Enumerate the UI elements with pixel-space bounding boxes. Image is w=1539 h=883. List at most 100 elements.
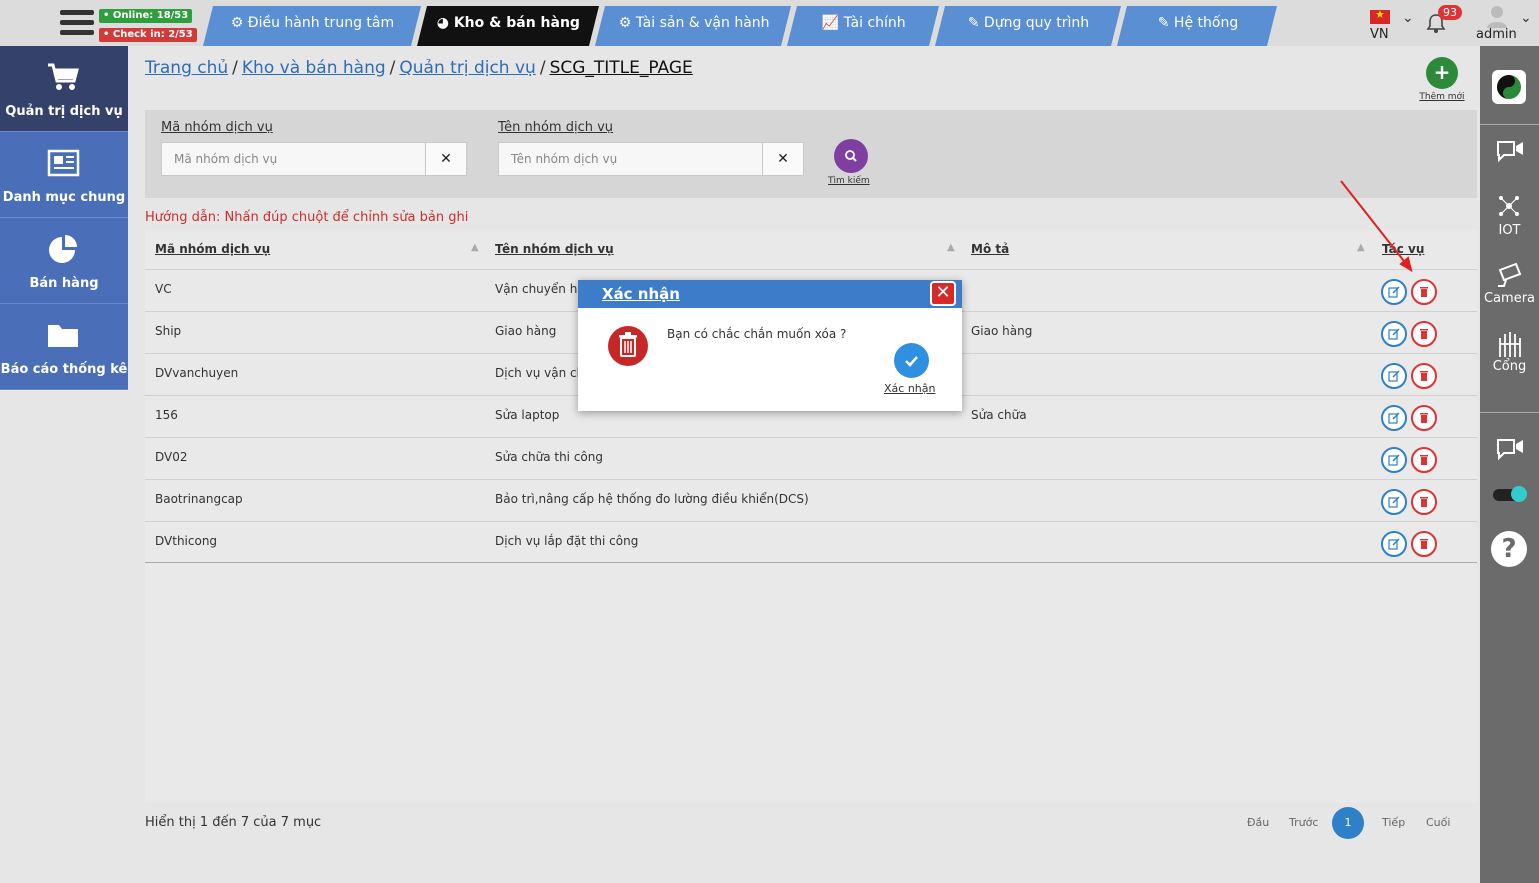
vietnam-flag-icon[interactable]	[1370, 8, 1390, 24]
sidebar-item-bao-cao[interactable]: Báo cáo thống kê	[0, 304, 128, 390]
notification-count: 93	[1438, 5, 1462, 20]
header-code[interactable]: Mã nhóm dịch vụ	[155, 242, 270, 256]
cell-code: VC	[155, 282, 172, 296]
language-label[interactable]: VN	[1370, 27, 1389, 42]
table-row[interactable]: Baotrinangcap Bảo trì,nâng cấp hệ thống …	[145, 479, 1477, 521]
iot-label[interactable]: IOT	[1480, 223, 1539, 238]
user-name[interactable]: admin	[1476, 27, 1517, 42]
code-clear-button[interactable]: ✕	[425, 142, 467, 176]
edit-icon	[1388, 328, 1400, 340]
code-filter-label: Mã nhóm dịch vụ	[161, 120, 273, 135]
delete-button[interactable]	[1411, 279, 1437, 305]
pager-first[interactable]: Đầu	[1247, 816, 1269, 829]
cell-code: 156	[155, 408, 178, 422]
cell-desc: Sửa chữa	[971, 408, 1027, 422]
camera-icon[interactable]	[1496, 260, 1524, 288]
breadcrumb-page[interactable]: Quản trị dịch vụ	[399, 58, 535, 78]
name-clear-button[interactable]: ✕	[762, 142, 804, 176]
cell-name: Sửa laptop	[495, 408, 560, 422]
trash-icon	[1420, 497, 1428, 507]
sort-icon[interactable]: ▲	[471, 242, 479, 253]
close-icon[interactable]: ✕	[930, 281, 956, 306]
tab-he-thong[interactable]: ✎ Hệ thống	[1117, 6, 1277, 46]
edit-button[interactable]	[1381, 363, 1407, 389]
edit-icon	[1388, 496, 1400, 508]
search-button[interactable]	[834, 139, 868, 173]
checkin-badge: • Check in: 2/53	[99, 28, 197, 42]
user-chevron-icon[interactable]: ⌄	[1520, 10, 1532, 26]
dialog-title: Xác nhận	[602, 285, 680, 303]
theme-toggle[interactable]	[1493, 486, 1527, 502]
cell-code: DV02	[155, 450, 188, 464]
sidebar-item-danh-muc-chung[interactable]: Danh mục chung	[0, 132, 128, 218]
breadcrumb-home[interactable]: Trang chủ	[145, 58, 228, 78]
add-new-button[interactable]: +	[1426, 57, 1458, 89]
breadcrumb-section[interactable]: Kho và bán hàng	[242, 58, 386, 78]
pager-next[interactable]: Tiếp	[1382, 816, 1405, 829]
top-bar: • Online: 18/53 • Check in: 2/53 ⚙ Điều …	[0, 0, 1539, 46]
pager-current[interactable]: 1	[1332, 807, 1364, 839]
edit-icon	[1388, 370, 1400, 382]
table-row[interactable]: DV02 Sửa chữa thi công	[145, 437, 1477, 479]
edit-button[interactable]	[1381, 489, 1407, 515]
header-name[interactable]: Tên nhóm dịch vụ	[495, 242, 614, 256]
delete-button[interactable]	[1411, 447, 1437, 473]
edit-button[interactable]	[1381, 321, 1407, 347]
trash-icon	[1420, 287, 1428, 297]
trash-icon	[1420, 371, 1428, 381]
header-desc[interactable]: Mô tả	[971, 242, 1009, 256]
video-call-icon[interactable]	[1495, 436, 1525, 462]
menu-icon[interactable]	[60, 10, 94, 40]
avatar[interactable]	[1486, 4, 1508, 28]
dialog-message: Bạn có chắc chắn muốn xóa ?	[667, 327, 847, 341]
cell-code: Ship	[155, 324, 182, 338]
camera-label[interactable]: Camera	[1480, 291, 1539, 306]
yin-yang-logo-icon[interactable]	[1492, 70, 1526, 104]
trash-icon	[1420, 329, 1428, 339]
edit-button[interactable]	[1381, 405, 1407, 431]
help-icon[interactable]: ?	[1491, 531, 1527, 567]
name-filter-input[interactable]: Tên nhóm dịch vụ	[498, 142, 764, 176]
name-filter-label: Tên nhóm dịch vụ	[498, 120, 614, 135]
edit-button[interactable]	[1381, 531, 1407, 557]
breadcrumb: Trang chủ / Kho và bán hàng / Quản trị dịch …	[145, 58, 693, 78]
divider	[1480, 412, 1539, 413]
left-sidebar: Quản trị dịch vụ Danh mục chung Bán hàng…	[0, 46, 128, 390]
delete-button[interactable]	[1411, 321, 1437, 347]
add-new-label[interactable]: Thêm mới	[1412, 92, 1472, 102]
edit-button[interactable]	[1381, 447, 1407, 473]
delete-button[interactable]	[1411, 405, 1437, 431]
search-label[interactable]: Tìm kiếm	[828, 176, 870, 186]
sidebar-item-quan-tri-dich-vu[interactable]: Quản trị dịch vụ	[0, 46, 128, 132]
gate-label[interactable]: Cổng	[1480, 359, 1539, 374]
divider	[145, 562, 1477, 563]
cell-code: DVvanchuyen	[155, 366, 239, 380]
delete-button[interactable]	[1411, 531, 1437, 557]
pager-last[interactable]: Cuối	[1426, 816, 1450, 829]
sidebar-item-ban-hang[interactable]: Bán hàng	[0, 218, 128, 304]
video-chat-icon[interactable]	[1495, 138, 1525, 164]
cell-name: Vận chuyển hà	[495, 282, 585, 296]
newspaper-icon	[47, 149, 80, 177]
tab-dung-quy-trinh[interactable]: ✎ Dựng quy trình	[935, 6, 1121, 46]
tab-dieu-hanh[interactable]: ⚙ Điều hành trung tâm	[203, 6, 421, 46]
pager-prev[interactable]: Trước	[1289, 816, 1318, 829]
tab-tai-chinh[interactable]: 📈 Tài chính	[787, 6, 939, 46]
edit-button[interactable]	[1381, 279, 1407, 305]
code-filter-input[interactable]: Mã nhóm dịch vụ	[161, 142, 427, 176]
delete-button[interactable]	[1411, 489, 1437, 515]
delete-button[interactable]	[1411, 363, 1437, 389]
tab-tai-san[interactable]: ⚙ Tài sản & vận hành	[595, 6, 791, 46]
chevron-down-icon[interactable]: ⌄	[1402, 10, 1414, 26]
edit-icon	[1388, 454, 1400, 466]
table-row[interactable]: DVthicong Dịch vụ lắp đặt thi công	[145, 521, 1477, 563]
confirm-button[interactable]	[894, 343, 929, 378]
iot-icon[interactable]	[1497, 194, 1521, 218]
cart-icon	[48, 63, 79, 90]
confirm-label[interactable]: Xác nhận	[884, 382, 935, 395]
tab-kho-ban-hang[interactable]: ◕ Kho & bán hàng	[417, 6, 599, 46]
divider	[1480, 124, 1539, 125]
gate-icon[interactable]	[1497, 330, 1523, 358]
sort-icon[interactable]: ▲	[947, 242, 955, 253]
sort-icon[interactable]: ▲	[1357, 242, 1365, 253]
